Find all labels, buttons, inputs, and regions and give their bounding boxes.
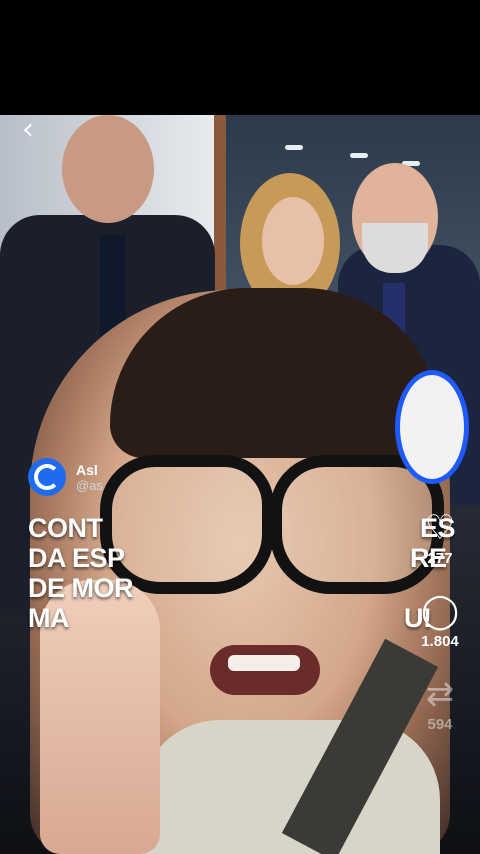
chevron-left-icon: ‹	[22, 112, 34, 147]
author-handle: @as	[76, 477, 103, 493]
comment-count: 1.804	[421, 633, 459, 650]
headline-line: MA	[28, 603, 70, 633]
blue-circle-badge	[395, 370, 469, 484]
brand-logo-icon	[34, 464, 60, 490]
heart-icon[interactable]: ♡	[425, 510, 455, 546]
ceiling-light	[350, 153, 368, 158]
post-author[interactable]: Asl @as	[28, 458, 103, 496]
back-button[interactable]: ‹	[14, 115, 42, 145]
speaker-teeth	[228, 655, 300, 671]
author-text: Asl @as	[76, 462, 103, 493]
author-avatar[interactable]	[28, 458, 66, 496]
comment-action[interactable]: ◯ 1.804	[421, 593, 459, 650]
repost-icon[interactable]: ⇄	[426, 676, 455, 712]
ceiling-light	[285, 145, 303, 150]
reel-viewer: ‹ Asl @as CONT DA ESP DE MOR MA ES RE U!…	[0, 0, 480, 854]
comment-icon[interactable]: ◯	[421, 593, 459, 629]
author-name[interactable]: Asl	[76, 462, 103, 478]
headline-line: DE MOR	[28, 573, 134, 603]
post-headline: CONT DA ESP DE MOR MA ES RE U!	[28, 513, 456, 633]
repost-count: 594	[427, 716, 453, 733]
repost-action[interactable]: ⇄ 594	[426, 676, 455, 733]
action-rail: ♡ 277 ◯ 1.804 ⇄ 594	[412, 510, 468, 759]
top-black-bar	[0, 0, 480, 115]
headline-line: CONT	[28, 513, 103, 543]
like-count: 277	[427, 550, 453, 567]
like-action[interactable]: ♡ 277	[425, 510, 455, 567]
headline-line: DA ESP	[28, 543, 125, 573]
